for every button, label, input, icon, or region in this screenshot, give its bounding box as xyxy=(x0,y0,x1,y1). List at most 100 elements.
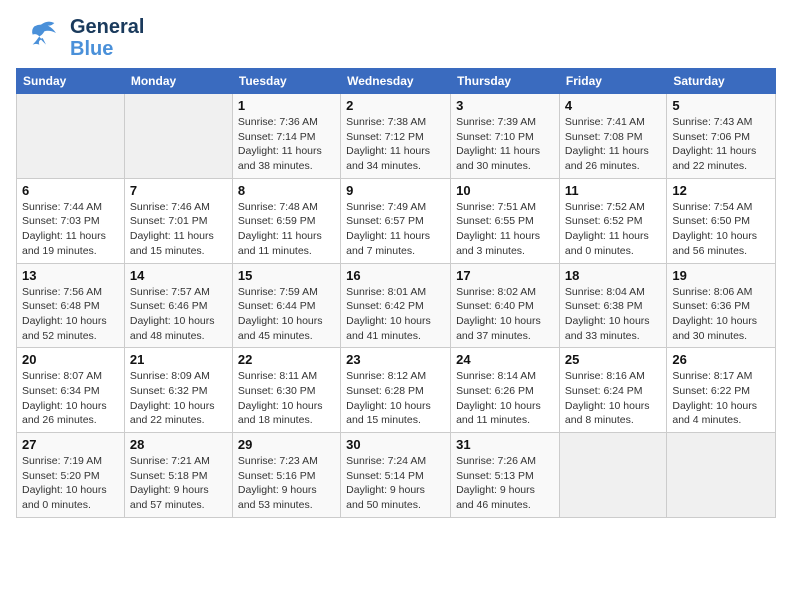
calendar-cell: 16 Sunrise: 8:01 AM Sunset: 6:42 PM Dayli… xyxy=(341,263,451,348)
weekday-header-monday: Monday xyxy=(124,69,232,94)
calendar-cell: 25 Sunrise: 8:16 AM Sunset: 6:24 PM Dayli… xyxy=(559,348,666,433)
day-number: 21 xyxy=(130,352,227,367)
day-number: 13 xyxy=(22,268,119,283)
day-info: Sunrise: 7:24 AM Sunset: 5:14 PM Dayligh… xyxy=(346,454,445,513)
calendar-cell: 6Sunrise: 7:44 AM Sunset: 7:03 PM Daylig… xyxy=(17,178,125,263)
calendar-cell: 29 Sunrise: 7:23 AM Sunset: 5:16 PM Dayli… xyxy=(232,433,340,518)
day-info: Sunrise: 8:11 AM Sunset: 6:30 PM Dayligh… xyxy=(238,369,335,428)
calendar-cell: 10 Sunrise: 7:51 AM Sunset: 6:55 PM Dayli… xyxy=(451,178,560,263)
calendar-cell: 22Sunrise: 8:11 AM Sunset: 6:30 PM Dayli… xyxy=(232,348,340,433)
day-info: Sunrise: 7:44 AM Sunset: 7:03 PM Dayligh… xyxy=(22,200,119,259)
calendar-body: 1 Sunrise: 7:36 AM Sunset: 7:14 PM Daylig… xyxy=(17,94,776,518)
day-info: Sunrise: 8:09 AM Sunset: 6:32 PM Dayligh… xyxy=(130,369,227,428)
calendar-cell: 30 Sunrise: 7:24 AM Sunset: 5:14 PM Dayli… xyxy=(341,433,451,518)
calendar-cell: 21 Sunrise: 8:09 AM Sunset: 6:32 PM Dayli… xyxy=(124,348,232,433)
calendar-cell: 14 Sunrise: 7:57 AM Sunset: 6:46 PM Dayli… xyxy=(124,263,232,348)
day-number: 23 xyxy=(346,352,445,367)
calendar-cell xyxy=(17,94,125,179)
day-number: 1 xyxy=(238,98,335,113)
day-number: 30 xyxy=(346,437,445,452)
weekday-header-saturday: Saturday xyxy=(667,69,776,94)
calendar-cell: 28 Sunrise: 7:21 AM Sunset: 5:18 PM Dayli… xyxy=(124,433,232,518)
day-info: Sunrise: 8:06 AM Sunset: 6:36 PM Dayligh… xyxy=(672,285,770,344)
calendar-cell: 3Sunrise: 7:39 AM Sunset: 7:10 PM Daylig… xyxy=(451,94,560,179)
day-number: 24 xyxy=(456,352,554,367)
weekday-header-thursday: Thursday xyxy=(451,69,560,94)
logo: General Blue xyxy=(16,16,144,60)
day-number: 2 xyxy=(346,98,445,113)
calendar-cell: 20 Sunrise: 8:07 AM Sunset: 6:34 PM Dayli… xyxy=(17,348,125,433)
calendar-cell: 5 Sunrise: 7:43 AM Sunset: 7:06 PM Daylig… xyxy=(667,94,776,179)
calendar-cell xyxy=(559,433,666,518)
day-info: Sunrise: 8:14 AM Sunset: 6:26 PM Dayligh… xyxy=(456,369,554,428)
day-number: 10 xyxy=(456,183,554,198)
calendar-week-4: 20 Sunrise: 8:07 AM Sunset: 6:34 PM Dayli… xyxy=(17,348,776,433)
day-number: 12 xyxy=(672,183,770,198)
calendar-cell: 7 Sunrise: 7:46 AM Sunset: 7:01 PM Daylig… xyxy=(124,178,232,263)
calendar-week-5: 27 Sunrise: 7:19 AM Sunset: 5:20 PM Dayli… xyxy=(17,433,776,518)
day-number: 19 xyxy=(672,268,770,283)
day-number: 20 xyxy=(22,352,119,367)
logo-general: General xyxy=(70,16,144,38)
day-info: Sunrise: 8:07 AM Sunset: 6:34 PM Dayligh… xyxy=(22,369,119,428)
day-info: Sunrise: 7:43 AM Sunset: 7:06 PM Dayligh… xyxy=(672,115,770,174)
day-number: 16 xyxy=(346,268,445,283)
calendar-cell: 9Sunrise: 7:49 AM Sunset: 6:57 PM Daylig… xyxy=(341,178,451,263)
day-info: Sunrise: 7:23 AM Sunset: 5:16 PM Dayligh… xyxy=(238,454,335,513)
day-number: 8 xyxy=(238,183,335,198)
day-number: 14 xyxy=(130,268,227,283)
weekday-header-sunday: Sunday xyxy=(17,69,125,94)
day-info: Sunrise: 8:16 AM Sunset: 6:24 PM Dayligh… xyxy=(565,369,661,428)
day-info: Sunrise: 7:51 AM Sunset: 6:55 PM Dayligh… xyxy=(456,200,554,259)
day-number: 18 xyxy=(565,268,661,283)
calendar-cell: 23 Sunrise: 8:12 AM Sunset: 6:28 PM Dayli… xyxy=(341,348,451,433)
calendar-cell: 12 Sunrise: 7:54 AM Sunset: 6:50 PM Dayli… xyxy=(667,178,776,263)
day-number: 28 xyxy=(130,437,227,452)
day-number: 17 xyxy=(456,268,554,283)
calendar-cell: 8Sunrise: 7:48 AM Sunset: 6:59 PM Daylig… xyxy=(232,178,340,263)
day-info: Sunrise: 8:02 AM Sunset: 6:40 PM Dayligh… xyxy=(456,285,554,344)
day-info: Sunrise: 7:49 AM Sunset: 6:57 PM Dayligh… xyxy=(346,200,445,259)
day-info: Sunrise: 7:19 AM Sunset: 5:20 PM Dayligh… xyxy=(22,454,119,513)
day-info: Sunrise: 7:38 AM Sunset: 7:12 PM Dayligh… xyxy=(346,115,445,174)
calendar-week-3: 13Sunrise: 7:56 AM Sunset: 6:48 PM Dayli… xyxy=(17,263,776,348)
day-number: 4 xyxy=(565,98,661,113)
page-header: General Blue xyxy=(16,16,776,60)
day-number: 15 xyxy=(238,268,335,283)
day-number: 11 xyxy=(565,183,661,198)
weekday-header-wednesday: Wednesday xyxy=(341,69,451,94)
day-number: 5 xyxy=(672,98,770,113)
calendar-cell: 24 Sunrise: 8:14 AM Sunset: 6:26 PM Dayli… xyxy=(451,348,560,433)
day-number: 7 xyxy=(130,183,227,198)
logo-icon xyxy=(16,18,66,58)
calendar-cell xyxy=(124,94,232,179)
day-number: 29 xyxy=(238,437,335,452)
calendar-cell: 4Sunrise: 7:41 AM Sunset: 7:08 PM Daylig… xyxy=(559,94,666,179)
calendar-cell: 13Sunrise: 7:56 AM Sunset: 6:48 PM Dayli… xyxy=(17,263,125,348)
logo-blue: Blue xyxy=(70,38,144,60)
day-info: Sunrise: 8:12 AM Sunset: 6:28 PM Dayligh… xyxy=(346,369,445,428)
calendar-cell: 19 Sunrise: 8:06 AM Sunset: 6:36 PM Dayli… xyxy=(667,263,776,348)
calendar-week-1: 1 Sunrise: 7:36 AM Sunset: 7:14 PM Daylig… xyxy=(17,94,776,179)
day-info: Sunrise: 7:59 AM Sunset: 6:44 PM Dayligh… xyxy=(238,285,335,344)
day-number: 3 xyxy=(456,98,554,113)
day-number: 27 xyxy=(22,437,119,452)
calendar-table: SundayMondayTuesdayWednesdayThursdayFrid… xyxy=(16,68,776,518)
day-number: 31 xyxy=(456,437,554,452)
day-number: 26 xyxy=(672,352,770,367)
calendar-cell xyxy=(667,433,776,518)
day-number: 25 xyxy=(565,352,661,367)
calendar-cell: 26Sunrise: 8:17 AM Sunset: 6:22 PM Dayli… xyxy=(667,348,776,433)
day-info: Sunrise: 7:26 AM Sunset: 5:13 PM Dayligh… xyxy=(456,454,554,513)
day-info: Sunrise: 7:36 AM Sunset: 7:14 PM Dayligh… xyxy=(238,115,335,174)
weekday-header-row: SundayMondayTuesdayWednesdayThursdayFrid… xyxy=(17,69,776,94)
day-info: Sunrise: 7:52 AM Sunset: 6:52 PM Dayligh… xyxy=(565,200,661,259)
day-info: Sunrise: 7:46 AM Sunset: 7:01 PM Dayligh… xyxy=(130,200,227,259)
day-info: Sunrise: 7:57 AM Sunset: 6:46 PM Dayligh… xyxy=(130,285,227,344)
calendar-cell: 2 Sunrise: 7:38 AM Sunset: 7:12 PM Daylig… xyxy=(341,94,451,179)
day-info: Sunrise: 7:54 AM Sunset: 6:50 PM Dayligh… xyxy=(672,200,770,259)
calendar-cell: 17 Sunrise: 8:02 AM Sunset: 6:40 PM Dayli… xyxy=(451,263,560,348)
day-info: Sunrise: 8:01 AM Sunset: 6:42 PM Dayligh… xyxy=(346,285,445,344)
calendar-cell: 31 Sunrise: 7:26 AM Sunset: 5:13 PM Dayli… xyxy=(451,433,560,518)
day-info: Sunrise: 7:21 AM Sunset: 5:18 PM Dayligh… xyxy=(130,454,227,513)
